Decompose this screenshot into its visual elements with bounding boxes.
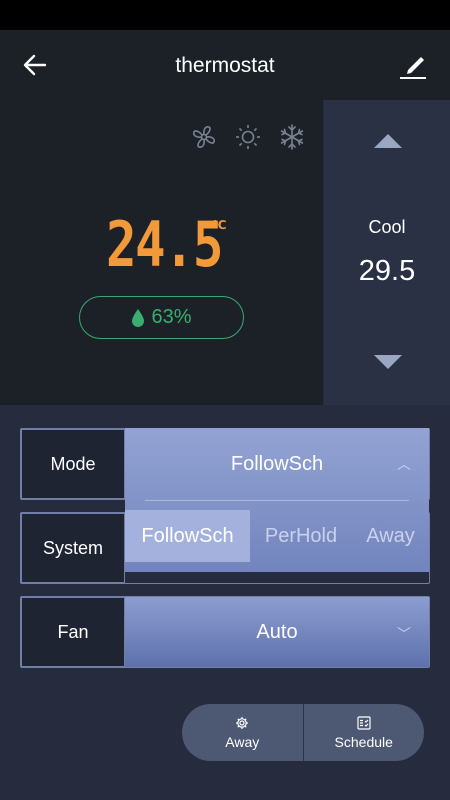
snowflake-icon[interactable] xyxy=(277,122,307,152)
schedule-icon xyxy=(357,715,371,730)
action-bar: Away Schedule xyxy=(182,704,424,761)
setpoint-mode-label: Cool xyxy=(368,217,406,237)
mode-option-away[interactable]: Away xyxy=(352,510,429,562)
chevron-down-icon: ﹀ xyxy=(397,626,411,642)
mode-icons xyxy=(189,122,307,152)
mode-label: Mode xyxy=(21,429,125,499)
humidity-value: 63% xyxy=(151,306,192,328)
temperature-unit: ℃ xyxy=(212,218,227,232)
chevron-up-icon: ︿ xyxy=(397,456,411,472)
fan-icon[interactable] xyxy=(189,122,219,152)
schedule-button[interactable]: Schedule xyxy=(304,704,425,761)
edit-button[interactable] xyxy=(396,48,430,82)
decrease-setpoint-button[interactable] xyxy=(374,355,402,369)
gear-icon xyxy=(236,716,249,729)
setpoint-panel: Cool 29.5 xyxy=(324,100,450,405)
dropdown-divider xyxy=(145,500,409,501)
temperature-display: 24.5 ℃ 63% xyxy=(0,100,323,405)
status-bar xyxy=(0,0,450,30)
sun-icon[interactable] xyxy=(233,122,263,152)
current-temperature-value: 24.5 xyxy=(106,208,224,281)
mode-dropdown[interactable]: FollowSch ︿ FollowSch PerHold Away xyxy=(125,428,429,572)
humidity-badge: 63% xyxy=(79,296,244,339)
page-title: thermostat xyxy=(175,54,275,77)
fan-label: Fan xyxy=(21,597,125,667)
mode-option-followsch[interactable]: FollowSch xyxy=(125,510,250,562)
water-drop-icon xyxy=(132,308,145,327)
app-bar: thermostat xyxy=(0,30,450,100)
schedule-label: Schedule xyxy=(334,733,393,750)
fan-select[interactable]: Auto ﹀ xyxy=(125,597,429,667)
away-button[interactable]: Away xyxy=(182,704,303,761)
mode-selected-value[interactable]: FollowSch xyxy=(125,428,429,500)
increase-setpoint-button[interactable] xyxy=(374,134,402,148)
setpoint-value: 29.5 xyxy=(358,255,416,287)
away-label: Away xyxy=(225,733,260,750)
system-label: System xyxy=(21,513,125,583)
mode-option-perhold[interactable]: PerHold xyxy=(250,510,352,562)
mode-options: FollowSch PerHold Away xyxy=(125,510,429,562)
pencil-icon xyxy=(400,57,426,79)
fan-selected-value: Auto xyxy=(256,620,298,643)
